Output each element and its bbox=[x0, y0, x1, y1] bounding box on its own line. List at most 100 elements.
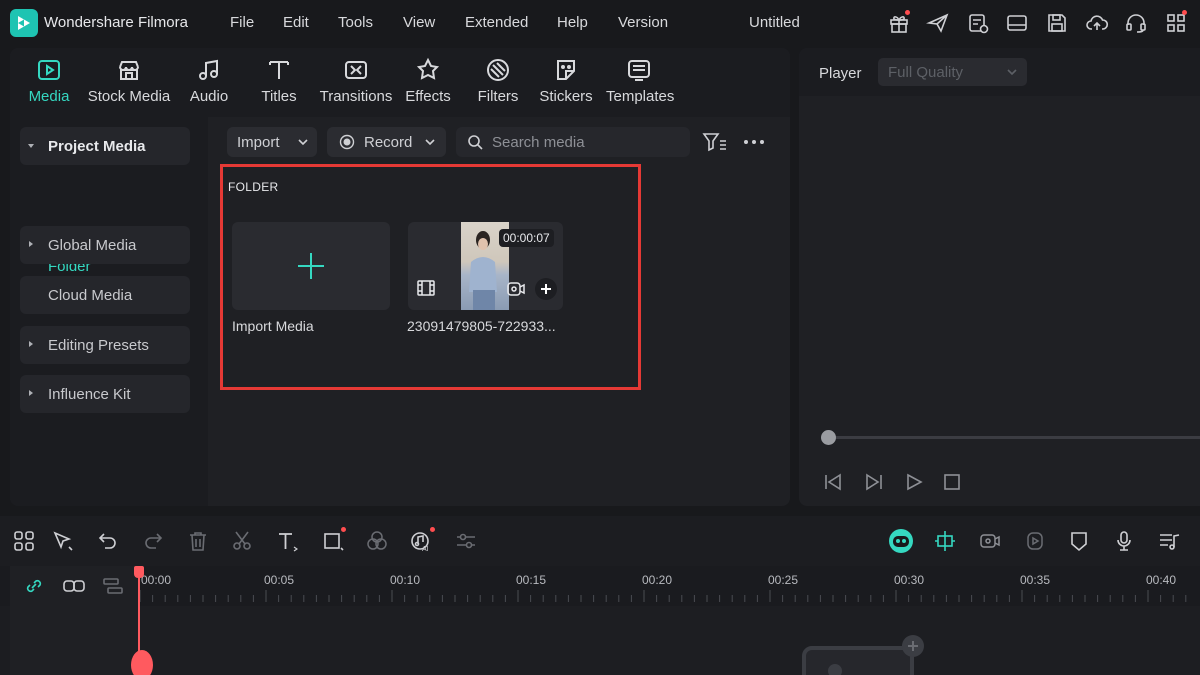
tab-effects[interactable]: Effects bbox=[404, 48, 452, 117]
tab-media[interactable]: Media bbox=[20, 48, 78, 117]
player-header: Player Full Quality bbox=[799, 48, 1200, 96]
stop-icon[interactable] bbox=[943, 473, 961, 491]
crop-shape-icon[interactable] bbox=[322, 527, 346, 552]
folder-heading: FOLDER bbox=[228, 180, 279, 194]
filter-sort-icon[interactable] bbox=[702, 131, 728, 153]
shield-marker-icon[interactable] bbox=[1068, 530, 1090, 552]
sidebar-item-influence-kit[interactable]: Influence Kit bbox=[20, 375, 190, 413]
ruler-label: 00:20 bbox=[642, 573, 673, 587]
sidebar-item-cloud-media[interactable]: Cloud Media bbox=[20, 276, 190, 314]
play-icon[interactable] bbox=[904, 472, 924, 492]
notification-dot bbox=[341, 527, 346, 532]
layout-grid-icon[interactable] bbox=[13, 530, 35, 552]
menu-version[interactable]: Version bbox=[618, 14, 668, 31]
tab-stickers[interactable]: Stickers bbox=[538, 48, 594, 117]
auto-reframe-icon[interactable] bbox=[1024, 530, 1046, 552]
tab-filters[interactable]: Filters bbox=[474, 48, 522, 117]
tab-transitions[interactable]: Transitions bbox=[316, 48, 396, 117]
import-media-tile[interactable] bbox=[232, 222, 390, 310]
ruler-label: 00:15 bbox=[516, 573, 547, 587]
playhead-bottom-handle[interactable] bbox=[131, 650, 153, 675]
previous-frame-icon[interactable] bbox=[822, 472, 844, 492]
sidebar-item-label: Global Media bbox=[48, 237, 137, 254]
gift-icon[interactable] bbox=[887, 10, 911, 35]
tab-titles-label: Titles bbox=[261, 88, 297, 105]
notification-dot bbox=[1182, 10, 1187, 15]
split-scissors-icon[interactable] bbox=[231, 530, 253, 552]
menu-view[interactable]: View bbox=[403, 14, 435, 31]
timeline-ruler[interactable]: 00:00 00:05 00:10 00:15 00:20 00:25 00:3… bbox=[0, 566, 1200, 606]
video-clip-tile[interactable]: 00:00:07 bbox=[408, 222, 563, 310]
sidebar-item-global-media[interactable]: Global Media bbox=[20, 226, 190, 264]
color-match-icon[interactable] bbox=[366, 530, 388, 552]
playback-scrubber-handle[interactable] bbox=[821, 430, 836, 445]
track-header-panel bbox=[10, 566, 138, 675]
ai-copilot-robot-icon[interactable] bbox=[888, 528, 914, 554]
layout-icon[interactable] bbox=[1005, 11, 1029, 35]
film-strip-icon bbox=[417, 280, 435, 296]
menu-edit[interactable]: Edit bbox=[283, 14, 309, 31]
media-panel: Media Stock Media Audio Titles Transitio… bbox=[10, 48, 790, 506]
menu-help[interactable]: Help bbox=[557, 14, 588, 31]
apps-grid-icon[interactable] bbox=[1164, 10, 1188, 35]
send-icon[interactable] bbox=[926, 11, 950, 35]
delete-icon[interactable] bbox=[187, 530, 209, 552]
next-frame-icon[interactable] bbox=[863, 472, 885, 492]
media-category-toolbar: Media Stock Media Audio Titles Transitio… bbox=[10, 48, 790, 117]
ruler-label: 00:00 bbox=[141, 573, 172, 587]
tab-stock-media-label: Stock Media bbox=[87, 88, 171, 105]
sidebar-item-editing-presets[interactable]: Editing Presets bbox=[20, 326, 190, 364]
save-icon[interactable] bbox=[1045, 11, 1069, 35]
search-media-box bbox=[456, 127, 690, 157]
add-to-timeline-button[interactable] bbox=[535, 278, 557, 300]
group-link-icon[interactable] bbox=[62, 576, 86, 596]
quality-dropdown[interactable]: Full Quality bbox=[878, 58, 1027, 86]
sidebar-item-label: Cloud Media bbox=[48, 287, 133, 304]
ai-audio-icon[interactable] bbox=[506, 280, 526, 298]
chevron-down-icon bbox=[425, 139, 435, 146]
drag-media-placeholder bbox=[802, 646, 914, 675]
task-schedule-icon[interactable] bbox=[966, 11, 990, 35]
microphone-icon[interactable] bbox=[1113, 530, 1135, 552]
caret-right-icon bbox=[29, 341, 33, 347]
templates-icon bbox=[628, 60, 650, 81]
record-label: Record bbox=[364, 134, 413, 151]
sidebar-item-label: Editing Presets bbox=[48, 337, 149, 354]
select-cursor-icon[interactable] bbox=[52, 530, 74, 552]
add-track-button[interactable] bbox=[902, 635, 924, 657]
tab-stock-media[interactable]: Stock Media bbox=[86, 48, 172, 117]
player-title: Player bbox=[819, 65, 862, 82]
playhead-handle[interactable] bbox=[134, 566, 144, 578]
adjust-sliders-icon[interactable] bbox=[455, 530, 477, 552]
tab-templates-label: Templates bbox=[606, 88, 675, 105]
more-options-icon[interactable] bbox=[742, 134, 766, 150]
notification-dot bbox=[430, 527, 435, 532]
menu-extended[interactable]: Extended bbox=[465, 14, 528, 31]
text-tool-icon[interactable] bbox=[276, 530, 298, 552]
undo-icon[interactable] bbox=[97, 530, 119, 552]
menu-file[interactable]: File bbox=[230, 14, 254, 31]
ai-video-icon[interactable] bbox=[979, 530, 1001, 552]
ai-audio-stretch-icon[interactable]: AI bbox=[410, 527, 435, 552]
redo-icon[interactable] bbox=[142, 530, 164, 552]
tab-templates[interactable]: Templates bbox=[606, 48, 675, 117]
sidebar-item-label: Project Media bbox=[48, 138, 146, 155]
headset-support-icon[interactable] bbox=[1124, 11, 1148, 35]
timeline-area: AI 00:00 00:05 00:10 00:15 00:20 00:25 0… bbox=[0, 516, 1200, 675]
track-layers-icon[interactable] bbox=[102, 576, 124, 596]
link-icon[interactable] bbox=[24, 576, 44, 596]
record-dropdown[interactable]: Record bbox=[327, 127, 446, 157]
import-dropdown[interactable]: Import bbox=[227, 127, 317, 157]
audio-mixer-icon[interactable] bbox=[1158, 530, 1180, 552]
tab-audio[interactable]: Audio bbox=[184, 48, 234, 117]
playback-progress-track[interactable] bbox=[828, 436, 1200, 439]
snap-align-icon[interactable] bbox=[934, 530, 956, 552]
sidebar-item-project-media[interactable]: Project Media bbox=[20, 127, 190, 165]
stickers-icon bbox=[557, 60, 575, 80]
timeline-tracks[interactable] bbox=[138, 606, 1200, 675]
plus-icon bbox=[541, 284, 551, 294]
menu-tools[interactable]: Tools bbox=[338, 14, 373, 31]
tab-titles[interactable]: Titles bbox=[256, 48, 302, 117]
cloud-upload-icon[interactable] bbox=[1085, 11, 1109, 35]
search-media-input[interactable] bbox=[492, 132, 682, 152]
